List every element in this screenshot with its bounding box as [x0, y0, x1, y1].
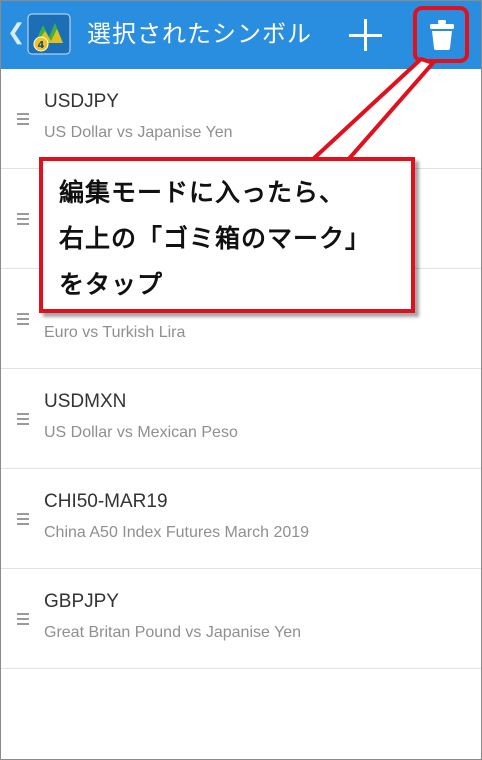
symbol-name: CHI50-MAR19	[44, 491, 168, 512]
symbol-description: Great Britan Pound vs Japanise Yen	[44, 624, 302, 641]
symbol-row-usdmxn[interactable]: USDMXN US Dollar vs Mexican Peso	[1, 369, 481, 469]
symbol-description: Euro vs Turkish Lira	[44, 324, 186, 341]
symbol-row-chi50-mar19[interactable]: CHI50-MAR19 China A50 Index Futures Marc…	[1, 469, 481, 569]
callout-line-1: 編集モードに入ったら、	[59, 178, 346, 207]
symbol-name: USDMXN	[44, 391, 127, 412]
symbol-name: GBPJPY	[44, 591, 119, 612]
drag-handle-icon[interactable]	[17, 613, 29, 627]
callout-line-2: 右上の「ゴミ箱のマーク」	[59, 224, 372, 253]
instruction-callout: 編集モードに入ったら、 右上の「ゴミ箱のマーク」 をタップ	[39, 157, 415, 313]
symbol-description: China A50 Index Futures March 2019	[44, 524, 310, 541]
phone-screen: ❮ 4 選択されたシンボル USDJPY US Dollar vs Japani…	[0, 0, 482, 760]
drag-handle-icon[interactable]	[17, 413, 29, 427]
symbol-description: US Dollar vs Mexican Peso	[44, 424, 238, 441]
callout-line-3: をタップ	[59, 270, 164, 299]
drag-handle-icon[interactable]	[17, 513, 29, 527]
symbol-row-gbpjpy[interactable]: GBPJPY Great Britan Pound vs Japanise Ye…	[1, 569, 481, 669]
drag-handle-icon[interactable]	[17, 313, 29, 327]
